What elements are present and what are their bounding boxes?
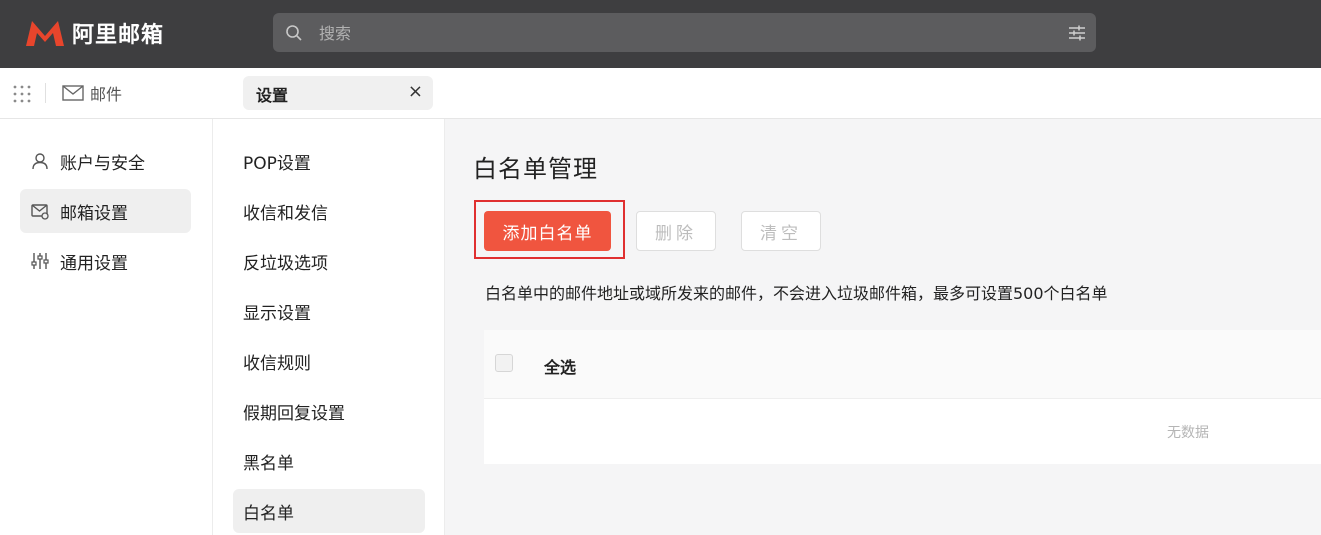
subnav-item-blacklist[interactable]: 黑名单: [233, 439, 425, 483]
divider: [45, 83, 46, 103]
mail-icon[interactable]: [62, 85, 84, 101]
nav-item-label: 账户与安全: [60, 154, 145, 174]
subnav-item-label: 白名单: [243, 504, 294, 524]
subnav-item-label: 收信规则: [243, 354, 311, 374]
empty-state-text: 无数据: [1167, 425, 1209, 441]
subnav-item-label: 收信和发信: [243, 204, 328, 224]
subnav-item-label: 假期回复设置: [243, 404, 345, 424]
page-title: 白名单管理: [473, 155, 598, 183]
aliyun-mail-logo-icon: [26, 21, 64, 46]
search-input[interactable]: [317, 21, 1061, 45]
subnav-item-label: 黑名单: [243, 454, 294, 474]
select-all-label: 全选: [544, 358, 577, 377]
nav-item-account-security[interactable]: 账户与安全: [20, 139, 191, 183]
mailbox-settings-subnav: POP设置 收信和发信 反垃圾选项 显示设置 收信规则 假期回复设置 黑名单 白…: [213, 119, 445, 535]
subnav-item-anti-spam[interactable]: 反垃圾选项: [233, 239, 425, 283]
subnav-item-label: POP设置: [243, 154, 311, 174]
search-icon: [286, 25, 302, 41]
tab-bar: 邮件 设置 ×: [0, 68, 1321, 119]
search-bar[interactable]: [273, 13, 1096, 52]
subnav-item-pop[interactable]: POP设置: [233, 139, 425, 183]
filter-sliders-icon[interactable]: [1068, 24, 1086, 42]
app-title: 阿里邮箱: [72, 23, 165, 48]
tab-settings-label: 设置: [256, 86, 289, 105]
delete-button[interactable]: 删除: [636, 211, 716, 251]
close-icon[interactable]: ×: [408, 81, 423, 103]
whitelist-description: 白名单中的邮件地址或域所发来的邮件，不会进入垃圾邮件箱，最多可设置500个白名单: [485, 284, 1108, 303]
subnav-item-label: 显示设置: [243, 304, 311, 324]
subnav-item-label: 反垃圾选项: [243, 254, 328, 274]
whitelist-table: 全选 无数据: [484, 330, 1321, 464]
mail-nav-label[interactable]: 邮件: [90, 81, 122, 105]
add-whitelist-button[interactable]: 添加白名单: [484, 211, 611, 251]
top-header: 阿里邮箱: [0, 0, 1321, 68]
nav-item-label: 邮箱设置: [60, 204, 128, 224]
select-all-checkbox[interactable]: [495, 354, 513, 372]
app-logo[interactable]: 阿里邮箱: [24, 17, 164, 49]
clear-button[interactable]: 清空: [741, 211, 821, 251]
table-header: 全选: [484, 330, 1321, 399]
subnav-item-vacation-reply[interactable]: 假期回复设置: [233, 389, 425, 433]
subnav-item-whitelist[interactable]: 白名单: [233, 489, 425, 533]
grid-dots-icon[interactable]: [13, 85, 31, 103]
subnav-item-send-receive[interactable]: 收信和发信: [233, 189, 425, 233]
tab-settings[interactable]: 设置 ×: [243, 76, 433, 110]
subnav-item-display[interactable]: 显示设置: [233, 289, 425, 333]
nav-item-mailbox-settings[interactable]: 邮箱设置: [20, 189, 191, 233]
mailbox-settings-icon: [31, 204, 49, 220]
sliders-icon: [31, 253, 49, 269]
settings-category-nav: 账户与安全 邮箱设置 通用设置: [0, 119, 213, 535]
user-icon: [32, 153, 48, 170]
whitelist-panel: 白名单管理 添加白名单 删除 清空 白名单中的邮件地址或域所发来的邮件，不会进入…: [445, 119, 1321, 535]
nav-item-general-settings[interactable]: 通用设置: [20, 239, 191, 283]
nav-item-label: 通用设置: [60, 254, 128, 274]
subnav-item-receive-rules[interactable]: 收信规则: [233, 339, 425, 383]
